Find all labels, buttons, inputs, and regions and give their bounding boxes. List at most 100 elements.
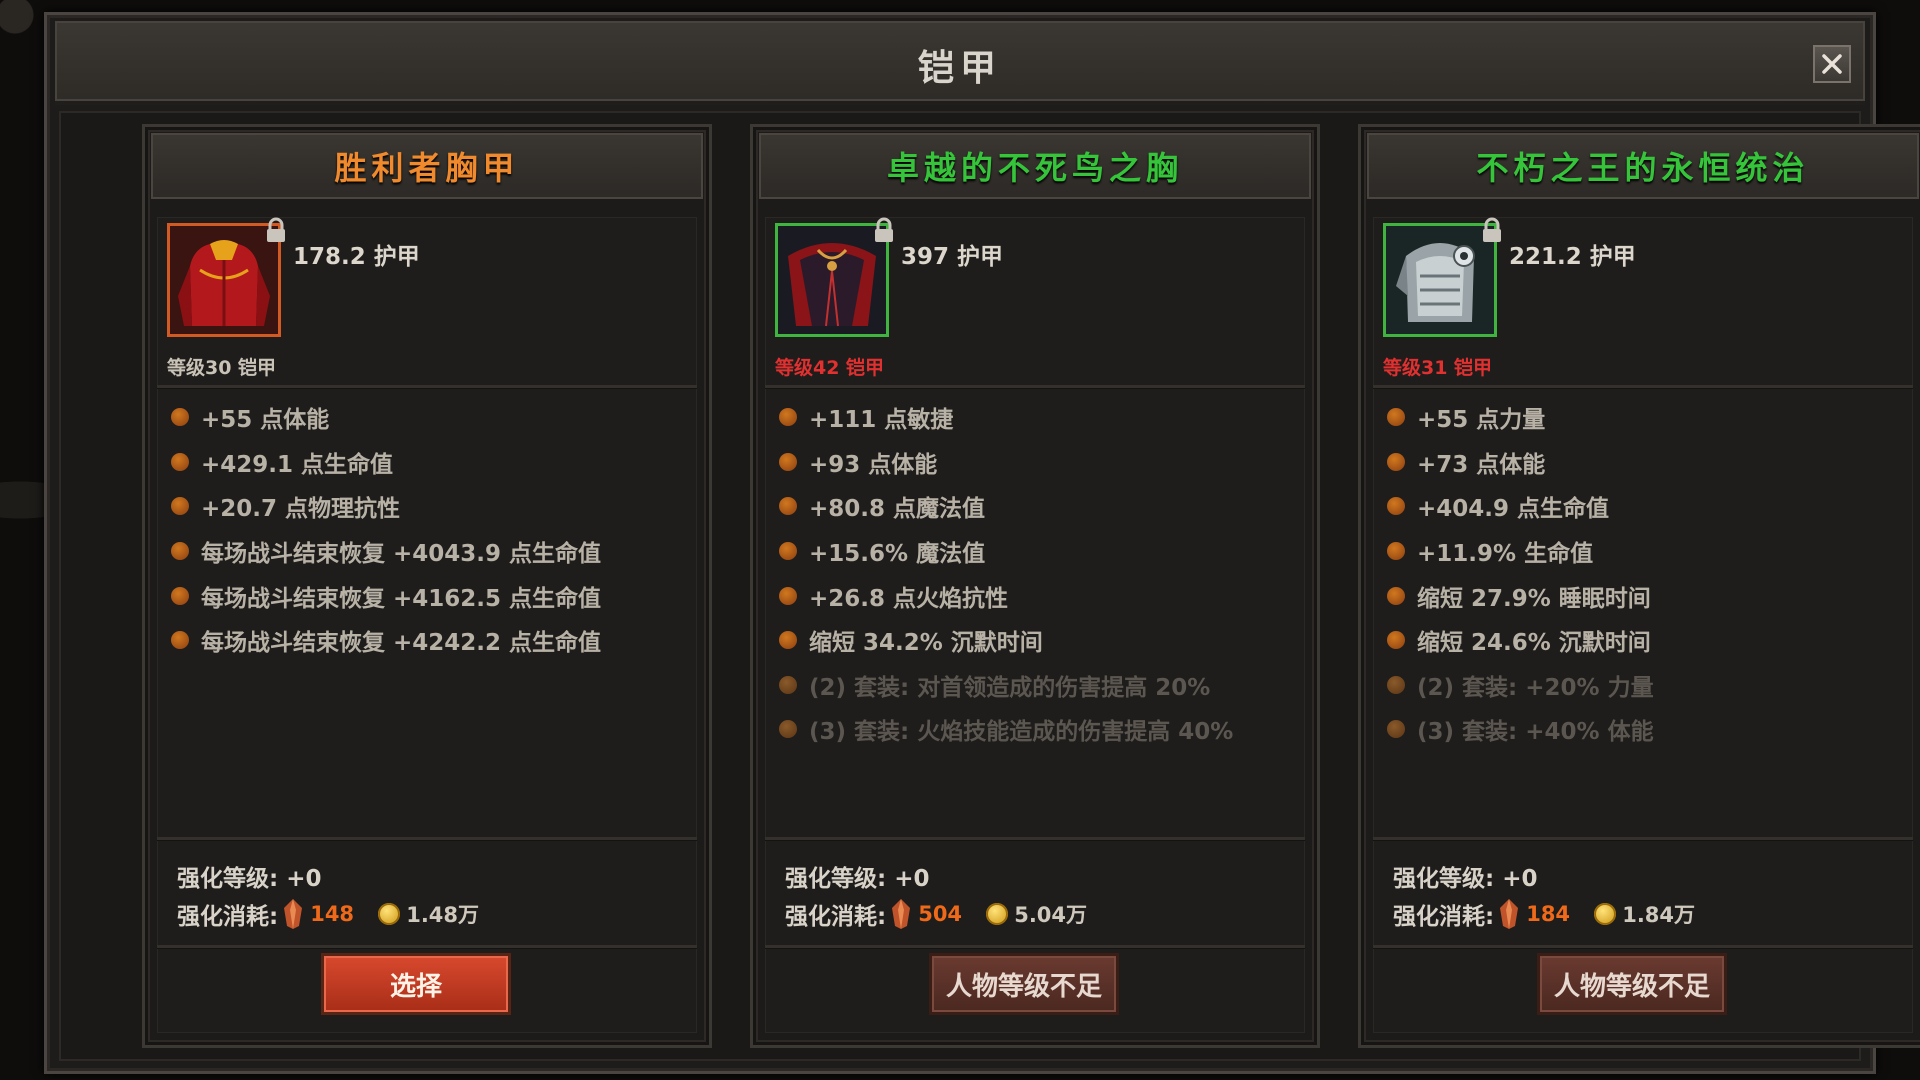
stat-row: +26.8 点火焰抗性 — [779, 573, 1295, 618]
gold-cost: 5.04万 — [1014, 903, 1088, 927]
enhance-cost-label: 强化消耗: — [1393, 904, 1495, 930]
stat-row: 缩短 27.9% 睡眠时间 — [1387, 573, 1903, 618]
select-button[interactable]: 选择 — [321, 953, 511, 1015]
bullet-gem-icon — [1387, 497, 1405, 516]
stat-row: +55 点体能 — [171, 395, 687, 440]
lock-icon — [267, 217, 285, 242]
panel-body: 397 护甲 等级42 铠甲 +111 点敏捷 +93 点体能 +80.8 点魔法值… — [765, 217, 1305, 1033]
close-button[interactable] — [1813, 45, 1851, 83]
bullet-gem-icon — [1387, 631, 1405, 650]
stat-text: 每场战斗结束恢复 +4043.9 点生命值 — [201, 541, 602, 568]
stat-text: +26.8 点火焰抗性 — [809, 585, 1009, 612]
bullet-gem-icon — [1387, 408, 1405, 427]
enhance-level: 强化等级: +0 — [1393, 866, 1538, 892]
insufficient-level-button[interactable]: 人物等级不足 — [929, 953, 1119, 1015]
panel-body: 178.2 护甲 等级30 铠甲 +55 点体能 +429.1 点生命值 +20.7… — [157, 217, 697, 1033]
phoenix-cloak-icon[interactable] — [775, 223, 889, 337]
set-bonus-row: (2) 套装: +20% 力量 — [1387, 663, 1903, 708]
gold-cost: 1.48万 — [406, 903, 480, 927]
divider — [1373, 385, 1913, 388]
item-name: 胜利者胸甲 — [334, 149, 520, 187]
enhance-level: 强化等级: +0 — [785, 866, 930, 892]
lock-icon — [875, 217, 893, 242]
stat-row: 缩短 34.2% 沉默时间 — [779, 618, 1295, 663]
stat-text: +80.8 点魔法值 — [809, 496, 986, 523]
level-requirement: 等级30 铠甲 — [167, 357, 277, 379]
bullet-gem-icon — [779, 586, 797, 605]
close-icon — [1822, 54, 1842, 74]
bullet-gem-icon — [779, 408, 797, 427]
gold-cost: 1.84万 — [1622, 903, 1696, 927]
stat-text: +55 点体能 — [201, 407, 330, 434]
bullet-gem-icon — [1387, 586, 1405, 605]
bullet-gem-icon — [1387, 720, 1405, 739]
stat-text: +55 点力量 — [1417, 407, 1546, 434]
gold-coin-icon — [986, 903, 1009, 925]
bullet-gem-icon — [779, 452, 797, 471]
stat-row: +404.9 点生命值 — [1387, 484, 1903, 529]
stat-text: 缩短 27.9% 睡眠时间 — [1417, 585, 1651, 612]
title-bar: 铠甲 — [55, 21, 1865, 105]
set-bonus-row: (3) 套装: +40% 体能 — [1387, 707, 1903, 752]
enhance-info: 强化等级: +0 强化消耗: 504 5.04万 — [785, 857, 1087, 933]
divider — [157, 385, 697, 388]
stat-text: +111 点敏捷 — [809, 407, 954, 434]
stat-row: +11.9% 生命值 — [1387, 529, 1903, 574]
gold-coin-icon — [1594, 903, 1617, 925]
enhance-cost-label: 强化消耗: — [177, 904, 279, 930]
stat-text: 缩短 24.6% 沉默时间 — [1417, 630, 1651, 657]
crystal-cost: 148 — [310, 902, 355, 926]
stat-row: +429.1 点生命值 — [171, 440, 687, 485]
item-name: 卓越的不死鸟之胸 — [886, 149, 1183, 187]
enhance-info: 强化等级: +0 强化消耗: 148 1.48万 — [177, 857, 479, 933]
crystal-icon — [892, 899, 911, 929]
item-panel-immortal-king: 不朽之王的永恒统治 221.2 护甲 等级31 铠甲 +55 点力量 +73 点体… — [1358, 124, 1920, 1048]
crystal-icon — [1500, 899, 1519, 929]
stat-row: +15.6% 魔法值 — [779, 529, 1295, 574]
stat-text: +73 点体能 — [1417, 451, 1546, 478]
stat-text: +20.7 点物理抗性 — [201, 496, 401, 523]
item-name: 不朽之王的永恒统治 — [1476, 149, 1810, 187]
steel-plate-armor-icon[interactable] — [1383, 223, 1497, 337]
set-bonus-text: (3) 套装: +40% 体能 — [1417, 719, 1654, 746]
level-requirement: 等级42 铠甲 — [775, 357, 885, 379]
bullet-gem-icon — [171, 497, 189, 516]
panel-body: 221.2 护甲 等级31 铠甲 +55 点力量 +73 点体能 +404.9 点生… — [1373, 217, 1913, 1033]
bullet-gem-icon — [779, 497, 797, 516]
divider — [765, 945, 1305, 948]
panel-header: 卓越的不死鸟之胸 — [759, 133, 1311, 199]
enhance-info: 强化等级: +0 强化消耗: 184 1.84万 — [1393, 857, 1695, 933]
divider — [765, 837, 1305, 840]
divider — [157, 837, 697, 840]
panel-header: 不朽之王的永恒统治 — [1367, 133, 1919, 199]
gold-coin-icon — [378, 903, 401, 925]
stat-row: +20.7 点物理抗性 — [171, 484, 687, 529]
stat-row: +80.8 点魔法值 — [779, 484, 1295, 529]
insufficient-level-button[interactable]: 人物等级不足 — [1537, 953, 1727, 1015]
bullet-gem-icon — [171, 408, 189, 427]
set-bonus-text: (2) 套装: 对首领造成的伤害提高 20% — [809, 674, 1211, 701]
window-title: 铠甲 — [917, 48, 1002, 89]
stat-text: 每场战斗结束恢复 +4242.2 点生命值 — [201, 630, 602, 657]
stat-list: +111 点敏捷 +93 点体能 +80.8 点魔法值 +15.6% 魔法值 +26.8… — [779, 395, 1295, 752]
set-bonus-text: (3) 套装: 火焰技能造成的伤害提高 40% — [809, 719, 1234, 746]
divider — [1373, 837, 1913, 840]
divider — [157, 945, 697, 948]
set-bonus-text: (2) 套装: +20% 力量 — [1417, 674, 1654, 701]
stat-row: +55 点力量 — [1387, 395, 1903, 440]
stat-text: +11.9% 生命值 — [1417, 541, 1594, 568]
stat-row: 每场战斗结束恢复 +4242.2 点生命值 — [171, 618, 687, 663]
lock-icon — [1483, 217, 1501, 242]
red-chest-armor-icon[interactable] — [167, 223, 281, 337]
stat-text: +404.9 点生命值 — [1417, 496, 1610, 523]
stat-row: 每场战斗结束恢复 +4162.5 点生命值 — [171, 573, 687, 618]
bullet-gem-icon — [171, 586, 189, 605]
item-panel-phoenix-chest: 卓越的不死鸟之胸 397 护甲 等级42 铠甲 +111 点敏捷 +93 点体能 +… — [750, 124, 1320, 1048]
bullet-gem-icon — [171, 542, 189, 561]
armor-value: 178.2 护甲 — [293, 244, 420, 270]
stat-row: +93 点体能 — [779, 440, 1295, 485]
stat-text: +93 点体能 — [809, 451, 938, 478]
stat-row: 每场战斗结束恢复 +4043.9 点生命值 — [171, 529, 687, 574]
bullet-gem-icon — [779, 542, 797, 561]
stat-text: 每场战斗结束恢复 +4162.5 点生命值 — [201, 585, 602, 612]
